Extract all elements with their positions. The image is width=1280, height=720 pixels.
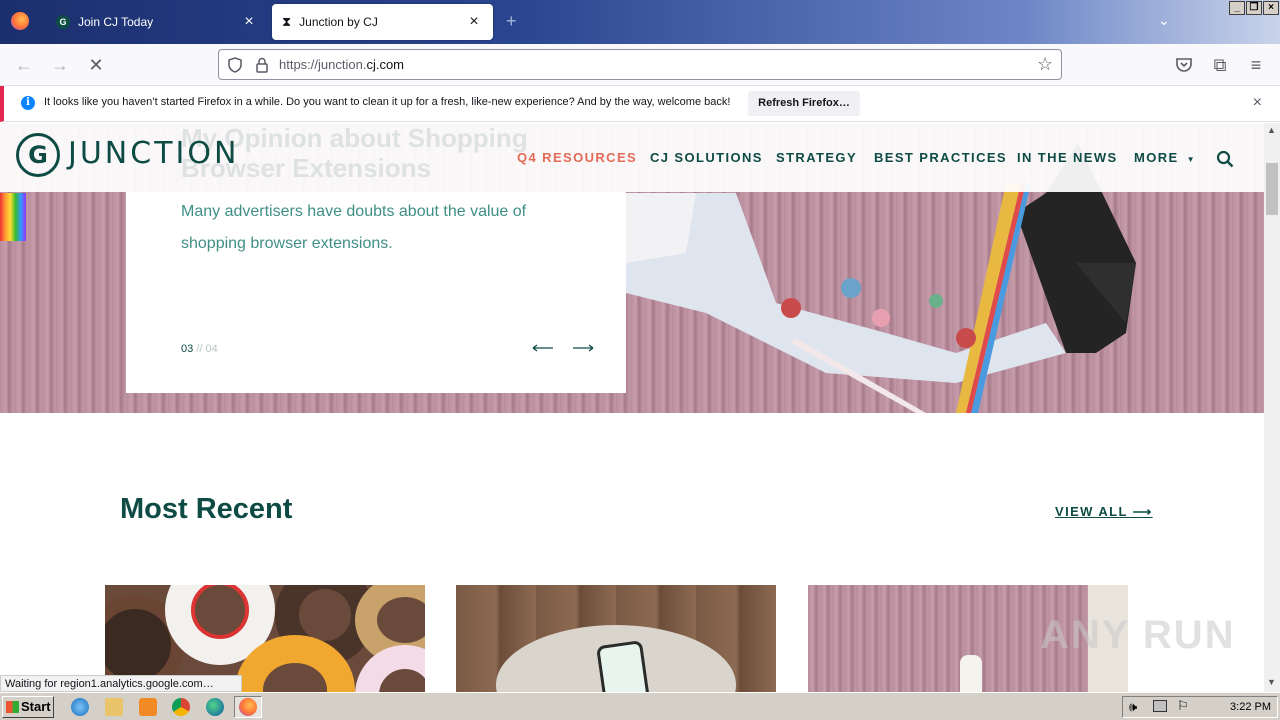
search-icon[interactable] bbox=[1216, 150, 1234, 168]
chrome-icon[interactable] bbox=[172, 698, 190, 716]
slide-pager: 03 // 04 bbox=[181, 343, 218, 355]
hourglass-loading-icon: ⧗ bbox=[282, 14, 292, 29]
url-prefix: https://junction. bbox=[279, 57, 367, 72]
tab-junction-by-cj[interactable]: ⧗ Junction by CJ × bbox=[272, 4, 493, 40]
nav-more-label: MORE bbox=[1134, 150, 1179, 165]
refresh-firefox-button[interactable]: Refresh Firefox… bbox=[748, 91, 860, 116]
nav-q4-resources[interactable]: Q4 RESOURCES bbox=[517, 150, 637, 165]
close-notification-icon[interactable]: × bbox=[1253, 94, 1262, 112]
nav-best-practices[interactable]: BEST PRACTICES bbox=[874, 150, 1007, 165]
notification-message: It looks like you haven’t started Firefo… bbox=[44, 96, 731, 108]
firefox-icon[interactable] bbox=[11, 12, 29, 30]
system-tray: 🕪 ⚐ 3:22 PM bbox=[1122, 696, 1278, 718]
url-text: https://junction.cj.com bbox=[279, 57, 404, 72]
forward-arrow-icon[interactable]: → bbox=[49, 54, 71, 76]
close-tab-icon[interactable]: × bbox=[465, 13, 483, 31]
start-button[interactable]: Start bbox=[2, 696, 54, 718]
view-all-link[interactable]: VIEW ALL ⟶ bbox=[1055, 504, 1153, 520]
restore-button[interactable]: ❐ bbox=[1246, 1, 1262, 15]
status-bar-text: Waiting for region1.analytics.google.com… bbox=[0, 675, 242, 692]
nav-more[interactable]: MORE ▼ bbox=[1134, 150, 1196, 165]
address-bar[interactable]: https://junction.cj.com ☆ bbox=[218, 49, 1062, 80]
extensions-icon[interactable]: ⧉ bbox=[1209, 54, 1231, 76]
media-player-icon[interactable] bbox=[139, 698, 157, 716]
shield-icon[interactable] bbox=[227, 57, 243, 73]
hero-card: Many advertisers have doubts about the v… bbox=[126, 192, 626, 393]
url-domain: cj.com bbox=[366, 57, 405, 72]
hamburger-menu-icon[interactable]: ≡ bbox=[1245, 54, 1267, 76]
nav-cj-solutions[interactable]: CJ SOLUTIONS bbox=[650, 150, 763, 165]
back-arrow-icon[interactable]: ← bbox=[13, 54, 35, 76]
windows-flag-icon bbox=[6, 701, 19, 713]
windows-taskbar: Start 🕪 ⚐ 3:22 PM bbox=[0, 692, 1280, 720]
edge-icon[interactable] bbox=[206, 698, 224, 716]
folder-icon[interactable] bbox=[105, 698, 123, 716]
rainbow-ribbon bbox=[0, 193, 26, 241]
person bbox=[960, 655, 982, 692]
new-tab-button[interactable]: + bbox=[506, 11, 517, 32]
nav-strategy[interactable]: STRATEGY bbox=[776, 150, 857, 165]
article-thumbnail-phone[interactable] bbox=[456, 585, 776, 692]
network-icon[interactable] bbox=[1153, 700, 1167, 712]
section-title: Most Recent bbox=[120, 493, 293, 525]
scroll-down-icon[interactable]: ▼ bbox=[1267, 677, 1276, 687]
taskbar-clock: 3:22 PM bbox=[1230, 701, 1271, 713]
page-scrollbar[interactable]: ▲ ▼ bbox=[1264, 123, 1280, 692]
lock-icon[interactable] bbox=[255, 57, 269, 73]
stop-loading-icon[interactable]: ✕ bbox=[85, 54, 107, 76]
cj-logo-icon: G bbox=[56, 15, 70, 29]
pager-separator: // bbox=[196, 343, 203, 355]
tab-title: Join CJ Today bbox=[78, 15, 154, 29]
pager-current: 03 bbox=[181, 343, 194, 355]
scroll-up-icon[interactable]: ▲ bbox=[1267, 125, 1276, 135]
info-icon: i bbox=[21, 96, 35, 110]
scrollbar-thumb[interactable] bbox=[1266, 163, 1278, 215]
junction-logo-icon[interactable]: G bbox=[16, 133, 60, 177]
pager-total: 04 bbox=[205, 343, 218, 355]
firefox-icon bbox=[239, 698, 257, 716]
tab-title: Junction by CJ bbox=[299, 15, 378, 29]
anyrun-watermark: ANY RUN bbox=[1040, 613, 1236, 657]
refresh-firefox-notification: i It looks like you haven’t started Fire… bbox=[0, 86, 1280, 122]
pocket-icon[interactable] bbox=[1175, 56, 1193, 74]
minimize-button[interactable]: _ bbox=[1229, 1, 1245, 15]
donut bbox=[355, 645, 425, 692]
close-tab-icon[interactable]: × bbox=[240, 13, 258, 31]
firefox-taskbar-button[interactable] bbox=[234, 696, 262, 718]
site-header: My Opinion about Shopping Browser Extens… bbox=[0, 123, 1264, 192]
volume-icon[interactable]: 🕪 bbox=[1129, 699, 1137, 715]
phone bbox=[596, 640, 650, 692]
close-window-button[interactable]: × bbox=[1263, 1, 1279, 15]
tab-join-cj[interactable]: G Join CJ Today × bbox=[46, 4, 268, 40]
caret-down-icon: ▼ bbox=[1186, 155, 1196, 164]
bookmark-star-icon[interactable]: ☆ bbox=[1037, 54, 1053, 75]
logo-text[interactable]: JUNCTION bbox=[68, 136, 239, 171]
page-viewport: Many advertisers have doubts about the v… bbox=[0, 123, 1264, 692]
action-center-flag-icon[interactable]: ⚐ bbox=[1177, 698, 1189, 714]
chevron-down-icon[interactable]: ⌄ bbox=[1158, 12, 1170, 29]
browser-tab-bar: G Join CJ Today × ⧗ Junction by CJ × + ⌄… bbox=[0, 0, 1280, 44]
hero-description: Many advertisers have doubts about the v… bbox=[181, 203, 527, 252]
internet-explorer-icon[interactable] bbox=[71, 698, 89, 716]
prev-slide-arrow-icon[interactable] bbox=[532, 342, 554, 354]
next-slide-arrow-icon[interactable] bbox=[572, 342, 594, 354]
nav-in-the-news[interactable]: IN THE NEWS bbox=[1017, 150, 1118, 165]
browser-toolbar: ← → ✕ https://junction.cj.com ☆ ⧉ ≡ bbox=[0, 44, 1280, 86]
start-label: Start bbox=[21, 699, 51, 714]
